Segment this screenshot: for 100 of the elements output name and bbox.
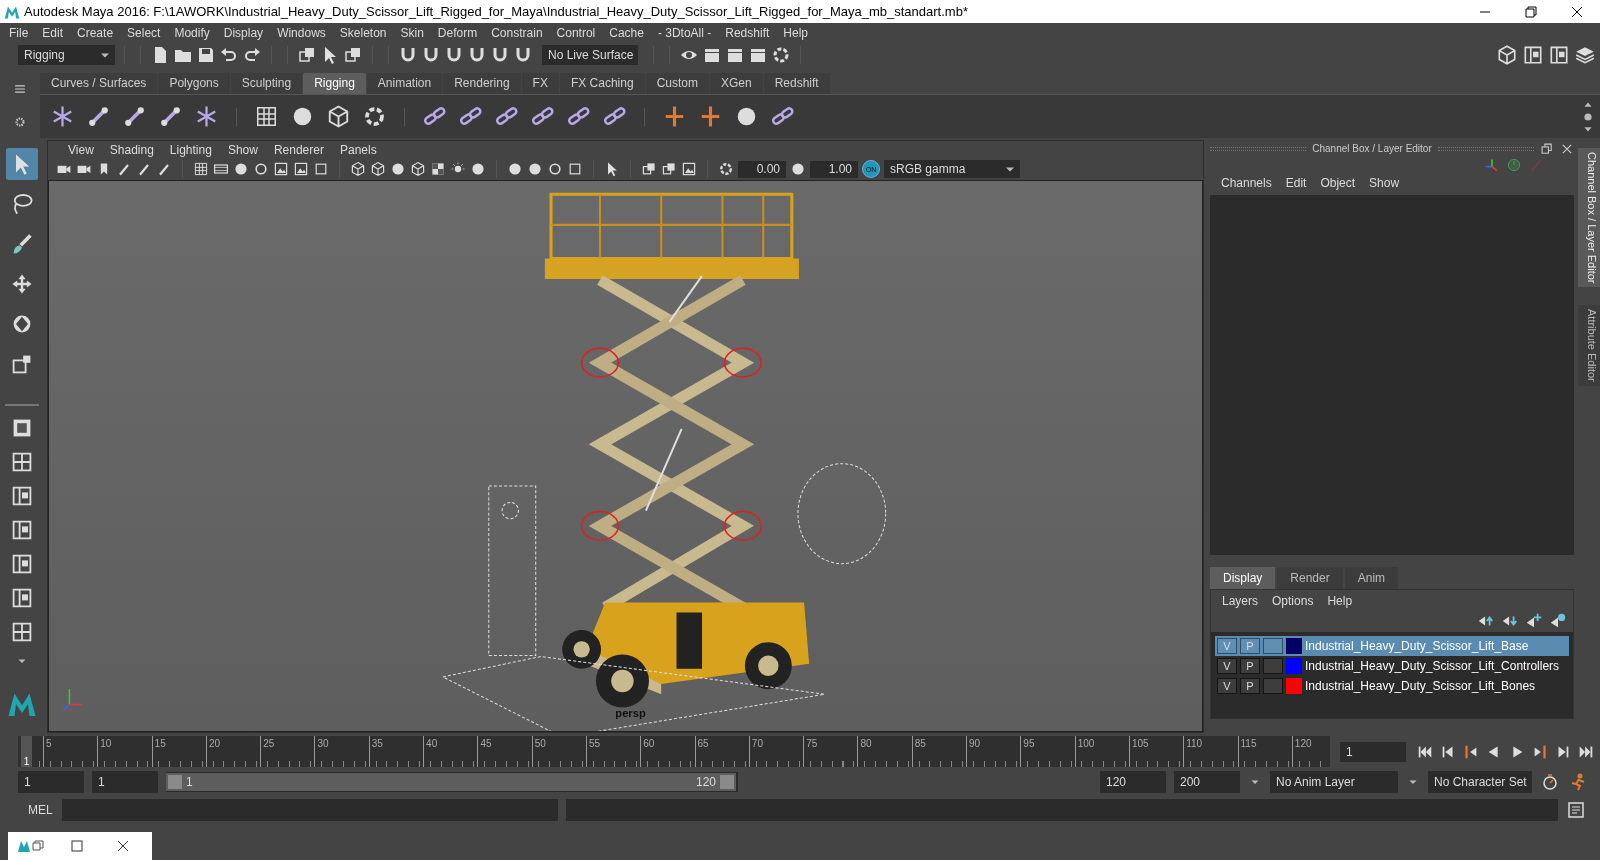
asterisk-icon[interactable] xyxy=(50,104,75,129)
layer-color-swatch[interactable] xyxy=(1286,678,1302,694)
shelf-tab[interactable]: Animation xyxy=(366,73,443,94)
bone-icon[interactable] xyxy=(122,104,147,129)
viewport-menu[interactable]: Lighting xyxy=(161,142,220,157)
channel-box-menu[interactable]: Show xyxy=(1362,176,1407,190)
film-icon[interactable] xyxy=(213,161,229,177)
visibility-toggle[interactable]: V xyxy=(1217,658,1237,674)
checker-icon[interactable] xyxy=(430,161,446,177)
sphere-icon[interactable] xyxy=(470,161,486,177)
shelf-tab[interactable]: FX Caching xyxy=(559,73,645,94)
layer-editor-menu[interactable]: Options xyxy=(1265,594,1321,608)
channel-box-menu[interactable]: Edit xyxy=(1278,176,1314,190)
pen-icon[interactable] xyxy=(136,161,152,177)
viewport-menu[interactable]: Renderer xyxy=(265,142,332,157)
layer-editor-tab[interactable]: Anim xyxy=(1344,567,1399,589)
current-frame-marker[interactable]: 1 xyxy=(21,736,32,767)
columns-icon[interactable] xyxy=(10,518,34,542)
panes-icon[interactable] xyxy=(10,620,34,644)
pen-icon[interactable] xyxy=(156,161,172,177)
axis-icon[interactable] xyxy=(1484,157,1500,173)
bone-icon[interactable] xyxy=(158,104,183,129)
anim-layer-dropdown[interactable]: No Anim Layer xyxy=(1270,771,1398,793)
sphere-icon[interactable] xyxy=(507,161,523,177)
menu-item[interactable]: Redshift xyxy=(718,25,777,40)
bone-icon[interactable] xyxy=(86,104,111,129)
menu-item[interactable]: Select xyxy=(120,25,168,40)
image-icon[interactable] xyxy=(273,161,289,177)
columns-icon[interactable] xyxy=(10,484,34,508)
shelf-tab[interactable]: Curves / Surfaces xyxy=(40,73,158,94)
exposure-field[interactable]: 0.00 xyxy=(738,160,786,178)
menu-item[interactable]: Edit xyxy=(35,25,71,40)
layer-row[interactable]: V P Industrial_Heavy_Duty_Scissor_Lift_Base xyxy=(1215,636,1569,656)
menu-item[interactable]: Windows xyxy=(270,25,333,40)
aperture-icon[interactable] xyxy=(771,45,791,65)
viewport-menu[interactable]: Shading xyxy=(101,142,162,157)
grid-icon[interactable] xyxy=(193,161,209,177)
channel-box-menu[interactable]: Object xyxy=(1313,176,1363,190)
layer-color-swatch[interactable] xyxy=(1286,638,1302,654)
dot-icon[interactable] xyxy=(1549,612,1567,630)
sphere-icon[interactable] xyxy=(233,161,249,177)
sphere-icon[interactable] xyxy=(790,161,806,177)
time-slider[interactable]: 1 5 10 15 20 25 30 35 40 45 50 55 60 65 70 75 80 85 90 95 100 105 110 115 120 xyxy=(18,736,1330,767)
cube-icon[interactable] xyxy=(326,104,351,129)
viewport-menu[interactable]: View xyxy=(60,142,102,157)
plus-icon[interactable] xyxy=(1525,612,1543,630)
clock-icon[interactable] xyxy=(1506,157,1522,173)
menu-item[interactable]: Help xyxy=(776,25,815,40)
squares-icon[interactable] xyxy=(343,45,363,65)
close-icon[interactable] xyxy=(1571,5,1583,18)
app-windows-icon[interactable] xyxy=(17,839,45,853)
grid-icon[interactable] xyxy=(254,104,279,129)
menu-item[interactable]: Skin xyxy=(393,25,431,40)
menu-item[interactable]: - 3DtoAll - xyxy=(650,25,719,40)
aperture-icon[interactable] xyxy=(362,104,387,129)
gamma-field[interactable]: 1.00 xyxy=(810,160,858,178)
sphere-icon[interactable] xyxy=(527,161,543,177)
menu-set-dropdown[interactable]: Rigging xyxy=(18,45,115,65)
image-icon[interactable] xyxy=(293,161,309,177)
layer-row[interactable]: V P Industrial_Heavy_Duty_Scissor_Lift_Bones xyxy=(1215,676,1569,696)
live-surface-field[interactable]: No Live Surface xyxy=(542,45,638,65)
layer-row[interactable]: V P Industrial_Heavy_Duty_Scissor_Lift_Controllers xyxy=(1215,656,1569,676)
scroll-dot-icon[interactable] xyxy=(1582,110,1594,123)
channel-box-menu[interactable]: Channels xyxy=(1214,176,1279,190)
close-icon[interactable] xyxy=(117,840,129,852)
character-set-dropdown[interactable]: No Character Set xyxy=(1428,771,1532,793)
command-input-field[interactable] xyxy=(62,799,558,821)
squares-icon[interactable] xyxy=(297,45,317,65)
layer-editor-tab[interactable]: Display xyxy=(1210,567,1276,589)
square-icon[interactable] xyxy=(313,161,329,177)
square-icon[interactable] xyxy=(567,161,583,177)
squares-icon[interactable] xyxy=(641,161,657,177)
menu-item[interactable]: Display xyxy=(216,25,271,40)
columns-icon[interactable] xyxy=(1522,44,1544,66)
layer-editor-menu[interactable]: Help xyxy=(1320,594,1360,608)
cube-icon[interactable] xyxy=(410,161,426,177)
shelf-tab[interactable]: FX xyxy=(521,73,559,94)
maximize-icon[interactable] xyxy=(71,840,83,852)
ground-outline[interactable] xyxy=(441,656,825,731)
float-icon[interactable] xyxy=(1540,141,1554,156)
playback-toggle[interactable]: P xyxy=(1240,678,1260,694)
shelf-tab[interactable]: Redshift xyxy=(763,73,830,94)
shelf-tab[interactable]: Custom xyxy=(645,73,709,94)
tool-button[interactable] xyxy=(6,148,38,180)
reference-toggle[interactable] xyxy=(1263,678,1283,694)
menu-item[interactable]: Cache xyxy=(602,25,651,40)
visibility-toggle[interactable]: V xyxy=(1217,678,1237,694)
menu-item[interactable]: Deform xyxy=(430,25,485,40)
shelf-tab[interactable]: Sculpting xyxy=(230,73,303,94)
command-language-label[interactable]: MEL xyxy=(28,803,54,817)
panes-icon[interactable] xyxy=(10,450,34,474)
columns-icon[interactable] xyxy=(10,586,34,610)
viewport-menu[interactable]: Panels xyxy=(331,142,385,157)
image-icon[interactable] xyxy=(681,161,697,177)
shelf-tab[interactable]: Polygons xyxy=(158,73,230,94)
reference-toggle[interactable] xyxy=(1263,658,1283,674)
playback-end-field[interactable]: 120 xyxy=(1100,771,1166,793)
menu-item[interactable]: Create xyxy=(70,25,121,40)
menu-item[interactable]: File xyxy=(2,25,36,40)
ring-icon[interactable] xyxy=(547,161,563,177)
